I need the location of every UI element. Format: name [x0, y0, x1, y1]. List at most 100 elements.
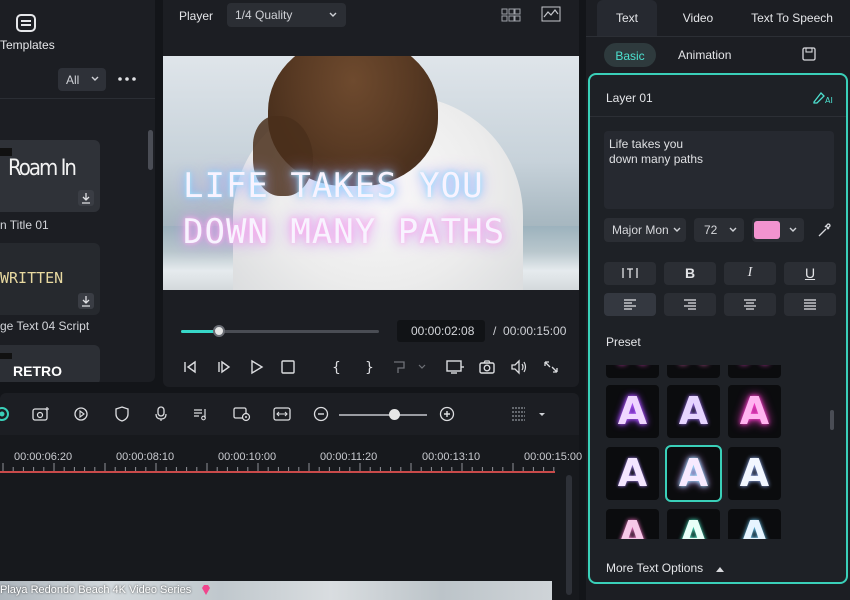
preset-item[interactable]: A	[728, 385, 781, 438]
preset-item[interactable]: A	[606, 365, 659, 378]
align-right-button[interactable]	[664, 293, 716, 316]
font-family-value: Major Mon	[612, 223, 669, 237]
templates-panel: Templates All Roam In n Title 01 WRITTEN…	[0, 0, 155, 382]
template-thumb-1[interactable]: Roam In	[0, 140, 100, 212]
align-justify-button[interactable]	[784, 293, 836, 316]
template-thumb-2[interactable]: WRITTEN	[0, 243, 100, 315]
snapshot-marker-icon[interactable]	[391, 359, 431, 375]
more-options-icon[interactable]	[116, 70, 138, 88]
preset-item[interactable]: A	[606, 447, 659, 500]
thumb-text: RETRO	[13, 363, 62, 379]
filter-dropdown[interactable]: All	[58, 68, 106, 91]
preset-item[interactable]: A	[667, 509, 720, 539]
display-icon[interactable]	[445, 359, 464, 375]
preset-item[interactable]: A	[606, 385, 659, 438]
zoom-out-icon[interactable]	[313, 406, 331, 422]
save-preset-icon[interactable]	[801, 46, 817, 62]
eyedropper-icon[interactable]	[816, 221, 832, 239]
audio-list-icon[interactable]	[192, 406, 210, 422]
add-media-icon[interactable]	[31, 406, 51, 422]
current-timecode[interactable]: 00:00:02:08	[397, 320, 485, 342]
more-text-options-button[interactable]: More Text Options	[606, 561, 703, 575]
align-left-button[interactable]	[604, 293, 656, 316]
speed-icon[interactable]	[72, 406, 90, 422]
subtab-animation[interactable]: Animation	[678, 48, 731, 62]
text-color-picker[interactable]	[752, 218, 804, 242]
text-content-input[interactable]: Life takes you down many paths	[604, 131, 834, 209]
timecode-separator: /	[493, 324, 497, 338]
chevron-down-icon	[91, 76, 99, 81]
record-icon[interactable]	[0, 406, 12, 422]
volume-icon[interactable]	[510, 359, 528, 375]
svg-text:{: {	[332, 360, 341, 375]
progress-handle[interactable]	[213, 325, 225, 337]
play-icon[interactable]	[247, 359, 265, 375]
tab-text[interactable]: Text	[597, 0, 657, 36]
next-frame-icon[interactable]	[215, 359, 233, 375]
preset-item[interactable]: A	[728, 509, 781, 539]
track-layout-icon[interactable]	[511, 406, 545, 422]
mark-in-icon[interactable]: {	[327, 359, 345, 375]
caret-up-icon[interactable]	[716, 566, 724, 572]
letter-spacing-button[interactable]	[604, 262, 656, 285]
video-clip[interactable]: Playa Redondo Beach 4K Video Series	[0, 581, 552, 600]
video-preview[interactable]: LIFE TAKES YOU DOWN MANY PATHS	[163, 56, 579, 290]
preset-item[interactable]: A	[728, 447, 781, 500]
scrollbar[interactable]	[148, 130, 153, 170]
templates-tab-label[interactable]: Templates	[0, 38, 55, 52]
text-editor-section: Layer 01 AI Life takes you down many pat…	[588, 73, 848, 584]
download-icon[interactable]	[78, 190, 94, 206]
waveform-icon[interactable]	[541, 6, 561, 22]
template-thumb-3[interactable]: RETRO	[0, 345, 100, 382]
preset-item[interactable]: A	[667, 385, 720, 438]
overlay-text-line-2[interactable]: DOWN MANY PATHS	[183, 212, 505, 252]
chevron-down-icon	[673, 227, 681, 232]
templates-icon[interactable]	[15, 14, 37, 34]
preset-grid: A A A A A A A A A A A A	[606, 365, 782, 539]
zoom-slider-track[interactable]	[339, 414, 427, 416]
ai-edit-icon[interactable]: AI	[812, 89, 834, 105]
zoom-slider-handle[interactable]	[389, 409, 400, 420]
tab-text-to-speech[interactable]: Text To Speech	[740, 0, 844, 36]
gem-icon	[202, 585, 210, 595]
bold-button[interactable]: B	[664, 262, 716, 285]
thumb-text: WRITTEN	[0, 269, 64, 287]
preset-item[interactable]: A	[667, 365, 720, 378]
preset-item-selected[interactable]: A	[665, 445, 722, 502]
download-icon[interactable]	[78, 293, 94, 309]
preset-scrollbar[interactable]	[830, 410, 834, 430]
subtab-basic[interactable]: Basic	[604, 43, 656, 67]
chevron-down-icon	[789, 227, 797, 232]
preset-item[interactable]: A	[606, 509, 659, 539]
italic-button[interactable]: I	[724, 262, 776, 285]
preview-render-icon[interactable]	[232, 406, 252, 422]
mark-out-icon[interactable]: }	[360, 359, 378, 375]
grid-view-icon[interactable]	[501, 8, 521, 22]
align-right-icon	[684, 299, 696, 310]
quality-dropdown[interactable]: 1/4 Quality	[227, 3, 346, 27]
shield-icon[interactable]	[113, 406, 131, 422]
preset-label: Preset	[606, 335, 641, 349]
total-timecode: / 00:00:15:00	[493, 324, 566, 338]
zoom-in-icon[interactable]	[439, 406, 457, 422]
chevron-down-icon	[329, 12, 337, 17]
font-size-value: 72	[704, 223, 718, 237]
font-family-dropdown[interactable]: Major Mon	[604, 218, 686, 242]
fullscreen-icon[interactable]	[542, 359, 560, 375]
microphone-icon[interactable]	[152, 406, 170, 422]
fit-timeline-icon[interactable]	[272, 406, 292, 422]
camera-icon[interactable]	[478, 359, 496, 375]
timeline-area[interactable]: 00:00:06:20 00:00:08:10 00:00:10:00 00:0…	[0, 435, 582, 600]
tab-video[interactable]: Video	[671, 0, 725, 36]
timeline-scrollbar[interactable]	[566, 475, 572, 595]
prev-frame-icon[interactable]	[181, 359, 199, 375]
overlay-text-line-1[interactable]: LIFE TAKES YOU	[183, 166, 484, 206]
template-title: ge Text 04 Script	[0, 319, 90, 333]
align-center-button[interactable]	[724, 293, 776, 316]
font-size-dropdown[interactable]: 72	[694, 218, 744, 242]
ruler-label: 00:00:11:20	[320, 451, 378, 463]
underline-button[interactable]: U	[784, 262, 836, 285]
preset-item[interactable]: A	[728, 365, 781, 378]
stop-icon[interactable]	[279, 359, 297, 375]
thumb-corner	[0, 148, 12, 156]
